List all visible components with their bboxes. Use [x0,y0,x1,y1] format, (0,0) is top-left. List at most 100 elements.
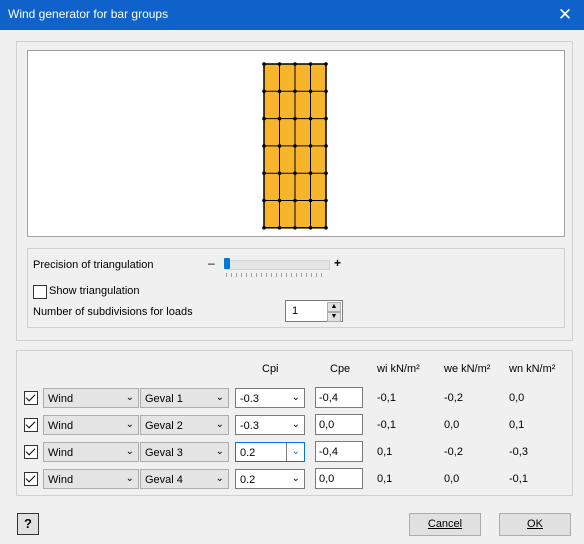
load-type-select[interactable]: Wind ⌄ [43,469,139,489]
structure-node [324,116,328,121]
structure-node [262,226,266,230]
ok-label: OK [527,518,543,530]
load-case-select[interactable]: Geval 1 ⌄ [140,388,229,408]
show-triangulation-label: Show triangulation [49,285,140,297]
spin-up-icon[interactable]: ▲ [327,302,341,312]
structure-node [277,171,282,175]
load-type-select[interactable]: Wind ⌄ [43,415,139,435]
we-value: 0,0 [444,473,460,485]
structure-node [308,62,313,66]
structure-node [324,226,328,230]
structure-node [277,144,282,148]
cpe-value: 0,0 [319,473,335,485]
wn-value: 0,1 [509,419,525,431]
chevron-down-icon: ⌄ [125,473,134,484]
wi-value: -0,1 [377,419,396,431]
structure-node [308,89,313,94]
help-button[interactable]: ? [17,513,39,535]
cpi-value: -0.3 [240,393,259,405]
structure-node [262,144,266,148]
row-enabled-checkbox[interactable] [24,418,38,432]
header-cpi: Cpi [262,363,279,375]
structure-node [324,89,328,94]
cancel-label: Cancel [427,518,463,530]
structure-node [262,198,266,203]
cpe-input[interactable]: 0,0 [315,414,363,435]
chevron-down-icon: ⌄ [291,419,300,430]
precision-slider-thumb[interactable] [224,258,231,269]
subdivisions-spinner[interactable]: 1 ▲ ▼ [285,300,343,322]
structure-node [308,144,313,148]
wn-value: 0,0 [509,392,525,404]
header-wn: wn kN/m² [509,363,556,375]
load-case-select[interactable]: Geval 3 ⌄ [140,442,229,462]
cpi-select[interactable]: 0.2 ⌄ [235,469,305,489]
structure-node [324,171,328,175]
cpi-select[interactable]: -0.3 ⌄ [235,415,305,435]
structure-node [262,116,266,121]
structure-node [277,226,282,230]
load-case-select[interactable]: Geval 4 ⌄ [140,469,229,489]
we-value: -0,2 [444,446,463,458]
precision-slider[interactable] [225,260,330,270]
ok-button[interactable]: OK [499,513,571,536]
structure-node [277,198,282,203]
structure-node [324,198,328,203]
cpi-select[interactable]: -0.3 ⌄ [235,388,305,408]
chevron-down-icon: ⌄ [215,446,224,457]
header-wi: wi kN/m² [377,363,420,375]
structure-node [293,62,297,66]
window-title: Wind generator for bar groups [8,7,169,21]
structure-node [324,144,328,148]
load-type-select[interactable]: Wind ⌄ [43,442,139,462]
load-type-value: Wind [48,393,74,405]
cpi-value: -0.3 [240,420,259,432]
cpe-value: 0,0 [319,419,335,431]
structure-node [293,89,297,94]
header-we: we kN/m² [444,363,491,375]
cpi-value: 0.2 [240,474,256,486]
cpe-value: -0,4 [319,392,338,404]
slider-ticks [226,273,326,277]
load-type-value: Wind [48,447,74,459]
slider-plus-label: + [334,256,342,270]
structure-preview [27,50,565,237]
chevron-down-icon: ⌄ [125,392,134,403]
row-enabled-checkbox[interactable] [24,445,38,459]
structure-node [262,89,266,94]
cpi-select[interactable]: 0.2 ⌄ [235,442,305,462]
spin-down-icon[interactable]: ▼ [327,312,341,322]
row-enabled-checkbox[interactable] [24,472,38,486]
wn-value: -0,1 [509,473,528,485]
chevron-down-icon: ⌄ [215,473,224,484]
cpe-input[interactable]: -0,4 [315,441,363,462]
structure-node [262,62,266,66]
cancel-button[interactable]: Cancel [409,513,481,536]
chevron-down-icon: ⌄ [125,419,134,430]
cpe-input[interactable]: -0,4 [315,387,363,408]
load-case-select[interactable]: Geval 2 ⌄ [140,415,229,435]
structure-node [293,198,297,203]
subdivisions-value: 1 [292,305,299,317]
title-bar: Wind generator for bar groups ✕ [0,0,584,30]
load-type-select[interactable]: Wind ⌄ [43,388,139,408]
show-triangulation-checkbox[interactable] [33,285,47,299]
cpe-input[interactable]: 0,0 [315,468,363,489]
load-case-value: Geval 4 [145,474,183,486]
close-icon[interactable]: ✕ [554,4,576,26]
wi-value: 0,1 [377,446,393,458]
load-case-value: Geval 1 [145,393,183,405]
cpe-value: -0,4 [319,446,338,458]
structure-node [277,116,282,121]
chevron-down-icon: ⌄ [291,473,300,484]
we-value: -0,2 [444,392,463,404]
chevron-down-icon: ⌄ [215,419,224,430]
cpi-value: 0.2 [240,447,256,459]
row-enabled-checkbox[interactable] [24,391,38,405]
structure-node [308,226,313,230]
structure-node [277,62,282,66]
structure-node [293,116,297,121]
subdivisions-label: Number of subdivisions for loads [33,306,193,318]
structure-node [293,226,297,230]
wn-value: -0,3 [509,446,528,458]
